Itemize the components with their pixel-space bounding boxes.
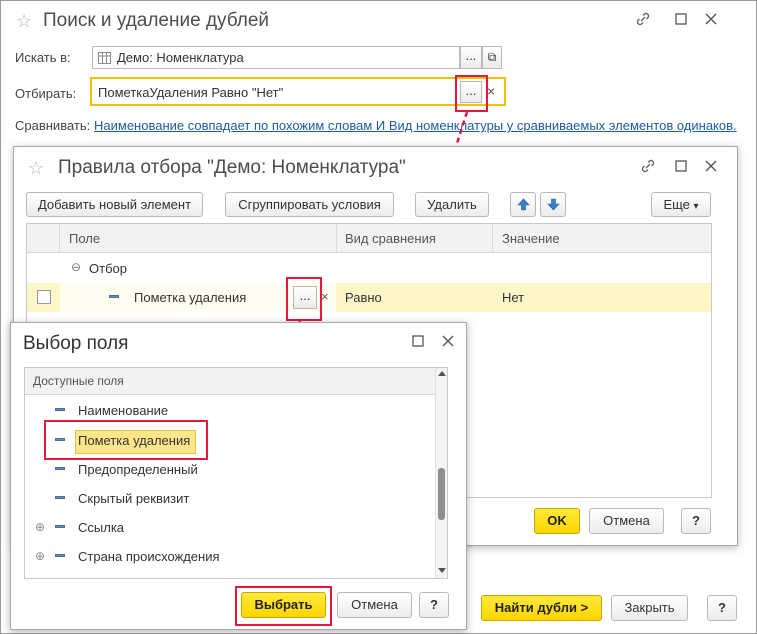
rules-close-icon[interactable] <box>701 158 721 178</box>
list-item-label: Ссылка <box>78 520 125 535</box>
filter-label: Отбирать: <box>15 86 77 101</box>
find-duplicates-button[interactable]: Найти дубли > <box>481 595 602 621</box>
rules-help-button[interactable]: ? <box>681 508 711 534</box>
main-title: Поиск и удаление дублей <box>43 10 270 31</box>
arrow-down-icon <box>547 198 560 211</box>
list-item[interactable]: ⊕ Ссылка <box>25 517 433 541</box>
picker-select-button[interactable]: Выбрать <box>241 592 326 618</box>
delete-button[interactable]: Удалить <box>415 192 489 217</box>
scroll-down-icon[interactable] <box>438 568 446 573</box>
column-header-comparison[interactable]: Вид сравнения <box>345 231 436 246</box>
move-down-button[interactable] <box>540 192 566 217</box>
row-field: Пометка удаления <box>134 290 247 305</box>
add-element-button[interactable]: Добавить новый элемент <box>26 192 203 217</box>
main-help-button[interactable]: ? <box>707 595 737 621</box>
compare-label: Сравнивать: <box>15 118 91 133</box>
more-button-label: Еще <box>663 197 690 212</box>
dropdown-icon: ▾ <box>693 201 699 212</box>
field-item-icon <box>55 525 65 528</box>
list-item-label: Страна происхождения <box>78 549 220 564</box>
search-in-value: Демо: Номенклатура <box>117 50 244 65</box>
list-item-label: Предопределенный <box>78 462 198 477</box>
scroll-up-icon[interactable] <box>438 371 446 376</box>
selected-item-highlight <box>44 420 208 460</box>
column-header-field[interactable]: Поле <box>69 231 100 246</box>
group-conditions-button[interactable]: Сгруппировать условия <box>225 192 394 217</box>
picker-cancel-button[interactable]: Отмена <box>337 592 412 618</box>
filter-value: ПометкаУдаления Равно "Нет" <box>98 85 284 100</box>
rules-favorite-star-icon[interactable]: ☆ <box>28 158 44 179</box>
table-header: Поле Вид сравнения Значение <box>27 224 711 253</box>
scroll-thumb[interactable] <box>438 468 445 520</box>
row-comparison[interactable]: Равно <box>345 290 382 305</box>
table-row[interactable]: Пометка удаления ... × Равно Нет <box>27 283 711 312</box>
list-item-label: Наименование <box>78 403 169 418</box>
fields-list: Доступные поля Наименование Пометка удал… <box>24 367 448 579</box>
picker-close-icon[interactable] <box>438 333 458 353</box>
header-checkbox-col <box>27 224 60 253</box>
field-item-icon <box>55 408 65 411</box>
rules-ok-button[interactable]: OK <box>534 508 580 534</box>
link-icon[interactable] <box>633 11 653 33</box>
maximize-icon[interactable] <box>671 11 691 31</box>
expand-icon[interactable]: ⊕ <box>35 520 45 534</box>
picker-window: Выбор поля Доступные поля Наименование П… <box>10 322 467 630</box>
row-field-clear-icon[interactable]: × <box>321 289 329 304</box>
search-in-select-button[interactable]: ... <box>460 46 482 69</box>
table-icon <box>98 52 111 67</box>
filter-clear-icon[interactable]: × <box>487 83 495 99</box>
header-divider <box>492 224 493 253</box>
expand-icon[interactable]: ⊕ <box>35 549 45 563</box>
group-row-label: Отбор <box>89 261 127 276</box>
move-up-button[interactable] <box>510 192 536 217</box>
picker-help-button[interactable]: ? <box>419 592 449 618</box>
rules-link-icon[interactable] <box>638 158 658 180</box>
list-item-label: Скрытый реквизит <box>78 491 190 506</box>
favorite-star-icon[interactable]: ☆ <box>16 11 32 32</box>
list-item[interactable]: ⊕ Страна происхождения <box>25 546 433 570</box>
header-divider <box>336 224 337 253</box>
arrow-up-icon <box>517 198 530 211</box>
field-item-icon <box>55 467 65 470</box>
more-button[interactable]: Еще ▾ <box>651 192 711 217</box>
field-item-icon <box>55 496 65 499</box>
list-header-label: Доступные поля <box>33 374 124 388</box>
rules-maximize-icon[interactable] <box>671 158 691 178</box>
collapse-icon[interactable]: ⊖ <box>71 260 81 274</box>
search-in-field[interactable]: Демо: Номенклатура <box>92 46 460 69</box>
open-icon[interactable]: ⧉ <box>482 46 502 69</box>
picker-title: Выбор поля <box>23 333 129 354</box>
list-item[interactable]: Предопределенный <box>25 459 433 483</box>
close-icon[interactable] <box>701 11 721 31</box>
scrollbar[interactable] <box>435 368 447 578</box>
row-checkbox[interactable] <box>37 290 51 304</box>
field-item-icon <box>109 295 119 298</box>
search-in-label: Искать в: <box>15 50 71 65</box>
field-item-icon <box>55 554 65 557</box>
list-item[interactable]: Скрытый реквизит <box>25 488 433 512</box>
picker-maximize-icon[interactable] <box>408 333 428 353</box>
rules-cancel-button[interactable]: Отмена <box>589 508 664 534</box>
main-close-button[interactable]: Закрыть <box>611 595 688 621</box>
rules-title: Правила отбора "Демо: Номенклатура" <box>58 157 406 178</box>
column-header-value[interactable]: Значение <box>502 231 560 246</box>
filter-field[interactable]: ПометкаУдаления Равно "Нет" <box>90 77 506 106</box>
filter-select-button[interactable]: ... <box>460 81 482 103</box>
list-header: Доступные поля <box>25 368 435 395</box>
row-value[interactable]: Нет <box>502 290 524 305</box>
compare-link[interactable]: Наименование совпадает по похожим словам… <box>94 118 737 133</box>
row-field-select-highlight <box>286 277 322 321</box>
